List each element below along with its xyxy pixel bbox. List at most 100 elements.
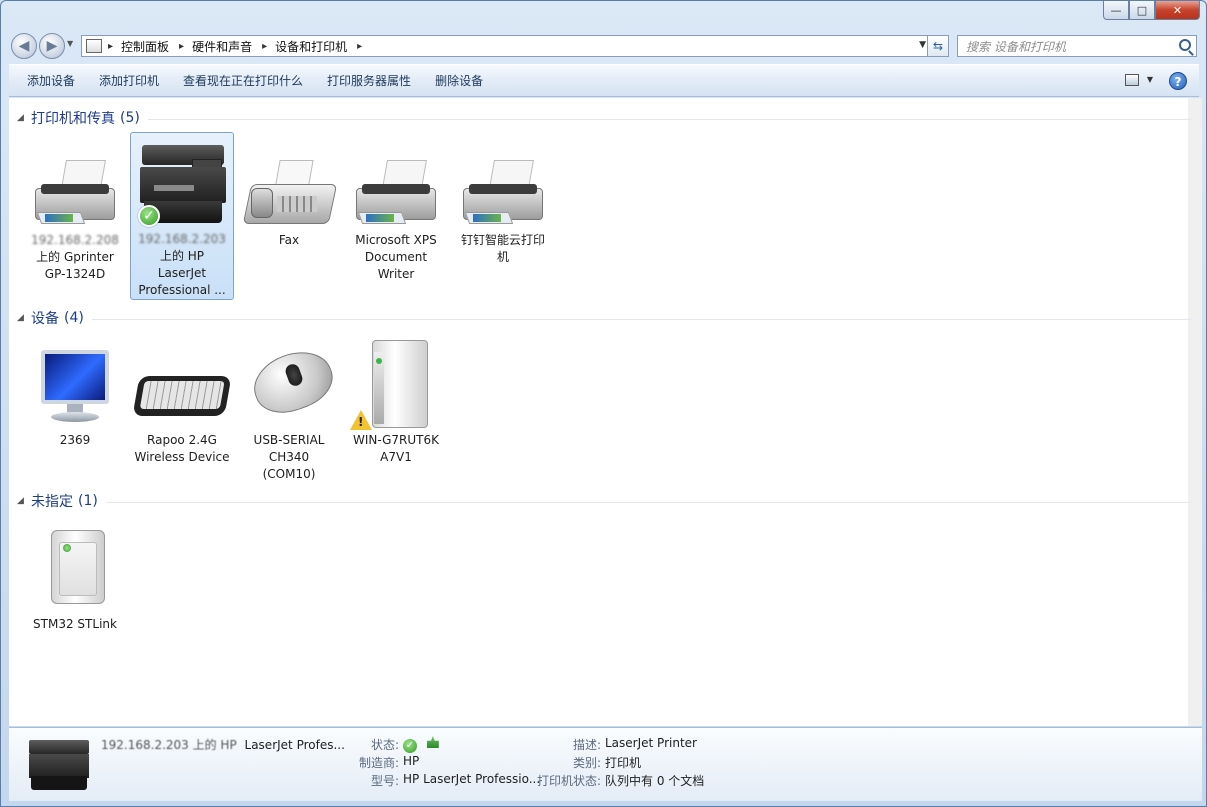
content-pane: ◢ 打印机和传真 (5) 192.168.2.208 上的 Gprinter G…: [9, 98, 1202, 726]
breadcrumb-devices-and-printers[interactable]: 设备和打印机: [275, 38, 347, 55]
chevron-right-icon[interactable]: ▸: [179, 41, 184, 52]
device-label: Wireless Device: [134, 450, 230, 464]
device-label: 上的 Gprinter: [36, 250, 114, 264]
device-label: GP-1324D: [44, 267, 106, 281]
breadcrumb-hardware-and-sound[interactable]: 硬件和声音: [192, 38, 252, 55]
group-header-devices[interactable]: ◢ 设备 (4): [17, 308, 1192, 328]
device-item-win-computer[interactable]: ! WIN-G7RUT6K A7V1: [344, 334, 448, 466]
collapse-triangle-icon[interactable]: ◢: [17, 113, 29, 123]
detail-manufacturer: 制造商: HP: [358, 754, 420, 770]
device-label: 上的 HP: [159, 249, 205, 263]
refresh-icon: ⇆: [932, 39, 944, 53]
refresh-button[interactable]: ⇆: [927, 35, 949, 57]
device-label: Microsoft XPS: [355, 233, 437, 247]
detail-printer-status: 打印机状态: 队列中有 0 个文档: [536, 774, 705, 788]
change-view-icon[interactable]: [1125, 74, 1139, 86]
details-pane: 192.168.2.203 上的 HP LaserJet Profes... 状…: [9, 727, 1202, 801]
chevron-right-icon[interactable]: ▸: [357, 41, 362, 52]
collapse-triangle-icon[interactable]: ◢: [17, 496, 29, 506]
forward-arrow-icon: ▶: [46, 38, 58, 54]
device-item-2369[interactable]: 2369: [23, 334, 127, 449]
add-device-button[interactable]: 添加设备: [15, 69, 87, 93]
device-label: Document: [364, 250, 428, 264]
group-count: (5): [120, 110, 140, 126]
device-label: (COM10): [262, 467, 316, 481]
back-button[interactable]: ◀: [11, 33, 37, 59]
device-item-xps-writer[interactable]: Microsoft XPS Document Writer: [344, 134, 448, 283]
device-item-dingtalk-printer[interactable]: 钉钉智能云打印 机: [451, 134, 555, 266]
recent-pages-dropdown-icon[interactable]: ▼: [67, 39, 73, 48]
device-item-hp-laserjet[interactable]: ✓ 192.168.2.203 上的 HP LaserJet Professio…: [130, 132, 234, 300]
computer-tower-icon: !: [348, 340, 444, 430]
group-divider: [147, 118, 1192, 120]
back-arrow-icon: ◀: [18, 38, 30, 54]
breadcrumb: ▸ 控制面板 ▸ 硬件和声音 ▸ 设备和打印机 ▸: [108, 38, 370, 55]
device-label: USB-SERIAL: [253, 433, 325, 447]
remove-device-button[interactable]: 删除设备: [423, 69, 495, 93]
close-button[interactable]: ✕: [1155, 1, 1200, 20]
warning-icon: !: [350, 410, 372, 430]
maximize-button[interactable]: □: [1129, 1, 1155, 20]
keyboard-icon: [132, 340, 232, 428]
scrollbar[interactable]: [1188, 98, 1202, 726]
view-dropdown-icon[interactable]: ▼: [1147, 75, 1153, 84]
printer-icon: [455, 140, 551, 228]
printer-icon: [348, 140, 444, 228]
fax-icon: [241, 140, 338, 228]
print-server-properties-button[interactable]: 打印服务器属性: [315, 69, 423, 93]
device-label: CH340: [268, 450, 310, 464]
printer-icon: [27, 140, 123, 228]
search-input[interactable]: 搜索 设备和打印机: [957, 35, 1197, 57]
search-placeholder: 搜索 设备和打印机: [966, 39, 1066, 54]
chevron-right-icon[interactable]: ▸: [262, 41, 267, 52]
collapse-triangle-icon[interactable]: ◢: [17, 313, 29, 323]
group-count: (4): [64, 310, 84, 326]
breadcrumb-control-panel[interactable]: 控制面板: [121, 38, 169, 55]
search-icon[interactable]: [1179, 39, 1191, 51]
selected-printer-thumbnail-icon: [29, 740, 89, 790]
device-item-gprinter[interactable]: 192.168.2.208 上的 Gprinter GP-1324D: [23, 134, 127, 283]
device-label: LaserJet: [157, 266, 207, 280]
multifunction-printer-icon: ✓: [134, 139, 230, 227]
group-header-unspecified[interactable]: ◢ 未指定 (1): [17, 491, 1192, 511]
default-printer-check-icon: ✓: [138, 205, 160, 227]
add-printer-button[interactable]: 添加打印机: [87, 69, 171, 93]
navigation-row: ◀ ▶ ▼ ▸ 控制面板 ▸ 硬件和声音 ▸ 设备和打印机 ▸ ▼ ⇆ 搜索 设…: [9, 31, 1201, 61]
detail-status: 状态: ✓: [339, 736, 439, 753]
device-item-usb-serial[interactable]: USB-SERIAL CH340 (COM10): [237, 334, 341, 483]
help-button[interactable]: ?: [1169, 72, 1187, 90]
network-icon: [426, 736, 439, 748]
device-label: A7V1: [380, 450, 412, 464]
device-item-rapoo-keyboard[interactable]: Rapoo 2.4G Wireless Device: [130, 334, 234, 466]
caption-buttons: — □ ✕: [1103, 1, 1200, 20]
devices-and-printers-window: — □ ✕ ◀ ▶ ▼ ▸ 控制面板 ▸ 硬件和声音 ▸ 设备和打印机 ▸ ▼ …: [0, 0, 1207, 807]
command-bar: 添加设备 添加打印机 查看现在正在打印什么 打印服务器属性 删除设备 ▼ ?: [9, 64, 1199, 97]
device-label: Fax: [278, 233, 300, 247]
status-ok-icon: ✓: [403, 739, 417, 753]
group-title: 未指定: [31, 494, 73, 510]
device-item-fax[interactable]: Fax: [237, 134, 341, 249]
device-label: 机: [496, 250, 509, 264]
chevron-right-icon[interactable]: ▸: [108, 41, 113, 52]
monitor-icon: [27, 340, 123, 428]
group-header-printers[interactable]: ◢ 打印机和传真 (5): [17, 108, 1192, 128]
group-title: 打印机和传真: [31, 111, 115, 127]
device-label: WIN-G7RUT6K: [352, 433, 440, 447]
detail-category: 类别: 打印机: [572, 756, 642, 770]
minimize-button[interactable]: —: [1103, 1, 1129, 20]
device-label: 2369: [59, 433, 91, 447]
forward-button[interactable]: ▶: [39, 33, 65, 59]
address-dropdown-icon[interactable]: ▼: [919, 40, 926, 50]
device-label: 钉钉智能云打印: [460, 233, 545, 247]
see-whats-printing-button[interactable]: 查看现在正在打印什么: [171, 69, 315, 93]
group-divider: [91, 318, 1192, 320]
group-title: 设备: [31, 311, 59, 327]
device-item-stm32-stlink[interactable]: STM32 STLink: [23, 518, 127, 633]
device-label: Writer: [377, 267, 415, 281]
generic-device-icon: [27, 524, 123, 612]
device-label: STM32 STLink: [33, 617, 117, 631]
device-label: 192.168.2.203: [138, 232, 226, 246]
address-bar[interactable]: ▸ 控制面板 ▸ 硬件和声音 ▸ 设备和打印机 ▸ ▼: [81, 35, 931, 57]
group-divider: [105, 501, 1192, 503]
detail-model: 型号: HP LaserJet Professio...: [370, 772, 541, 788]
